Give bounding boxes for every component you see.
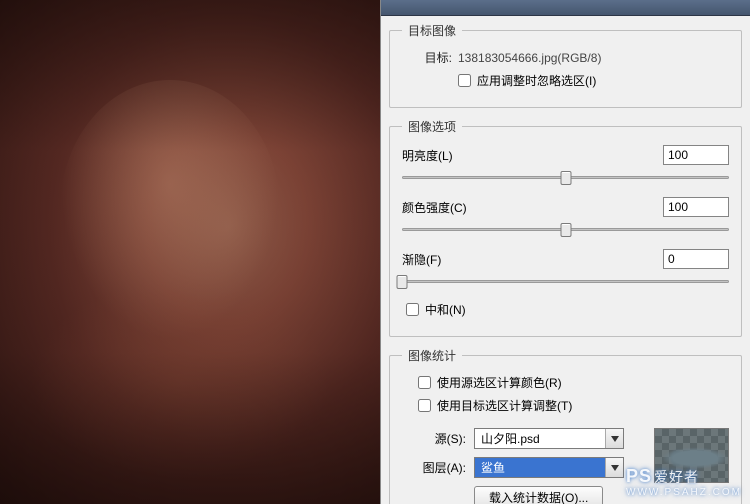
thumbnail-image bbox=[655, 429, 728, 482]
use-target-selection-label: 使用目标选区计算调整(T) bbox=[437, 397, 572, 414]
use-source-selection-checkbox[interactable] bbox=[418, 376, 431, 389]
chevron-down-icon bbox=[605, 429, 623, 448]
target-label: 目标: bbox=[402, 49, 452, 66]
use-source-selection-label: 使用源选区计算颜色(R) bbox=[437, 374, 562, 391]
dialog-titlebar[interactable] bbox=[381, 0, 750, 16]
target-image-legend: 目标图像 bbox=[402, 22, 462, 39]
color-intensity-input[interactable] bbox=[663, 197, 729, 217]
brightness-slider[interactable] bbox=[402, 171, 729, 185]
neutralize-label: 中和(N) bbox=[425, 301, 466, 318]
image-shadow bbox=[0, 0, 380, 504]
source-preview-thumbnail bbox=[654, 428, 729, 483]
fade-control: 渐隐(F) bbox=[402, 249, 729, 289]
layer-label: 图层(A): bbox=[402, 459, 466, 476]
source-select-value: 山夕阳.psd bbox=[481, 430, 540, 447]
brightness-control: 明亮度(L) bbox=[402, 145, 729, 185]
image-statistics-group: 图像统计 使用源选区计算颜色(R) 使用目标选区计算调整(T) 源(S): 山夕… bbox=[389, 347, 742, 504]
chevron-down-icon bbox=[605, 458, 623, 477]
target-filename: 138183054666.jpg(RGB/8) bbox=[458, 51, 601, 65]
image-options-group: 图像选项 明亮度(L) 颜色强度(C) bbox=[389, 118, 742, 337]
fade-slider[interactable] bbox=[402, 275, 729, 289]
slider-thumb[interactable] bbox=[560, 171, 571, 185]
color-intensity-control: 颜色强度(C) bbox=[402, 197, 729, 237]
use-target-selection-checkbox[interactable] bbox=[418, 399, 431, 412]
image-statistics-legend: 图像统计 bbox=[402, 347, 462, 364]
slider-thumb[interactable] bbox=[397, 275, 408, 289]
brightness-label: 明亮度(L) bbox=[402, 147, 453, 164]
ignore-selection-label: 应用调整时忽略选区(I) bbox=[477, 72, 596, 89]
layer-select-value: 鲨鱼 bbox=[481, 459, 505, 476]
match-color-dialog: 目标图像 目标: 138183054666.jpg(RGB/8) 应用调整时忽略… bbox=[380, 0, 750, 504]
ignore-selection-checkbox[interactable] bbox=[458, 74, 471, 87]
slider-rail bbox=[402, 280, 729, 283]
slider-thumb[interactable] bbox=[560, 223, 571, 237]
load-statistics-button[interactable]: 载入统计数据(O)... bbox=[474, 486, 603, 504]
fade-label: 渐隐(F) bbox=[402, 251, 441, 268]
document-canvas bbox=[0, 0, 380, 504]
target-image-group: 目标图像 目标: 138183054666.jpg(RGB/8) 应用调整时忽略… bbox=[389, 22, 742, 108]
source-select[interactable]: 山夕阳.psd bbox=[474, 428, 624, 449]
fade-input[interactable] bbox=[663, 249, 729, 269]
neutralize-checkbox[interactable] bbox=[406, 303, 419, 316]
image-options-legend: 图像选项 bbox=[402, 118, 462, 135]
brightness-input[interactable] bbox=[663, 145, 729, 165]
layer-select[interactable]: 鲨鱼 bbox=[474, 457, 624, 478]
color-intensity-slider[interactable] bbox=[402, 223, 729, 237]
source-label: 源(S): bbox=[402, 430, 466, 447]
color-intensity-label: 颜色强度(C) bbox=[402, 199, 467, 216]
